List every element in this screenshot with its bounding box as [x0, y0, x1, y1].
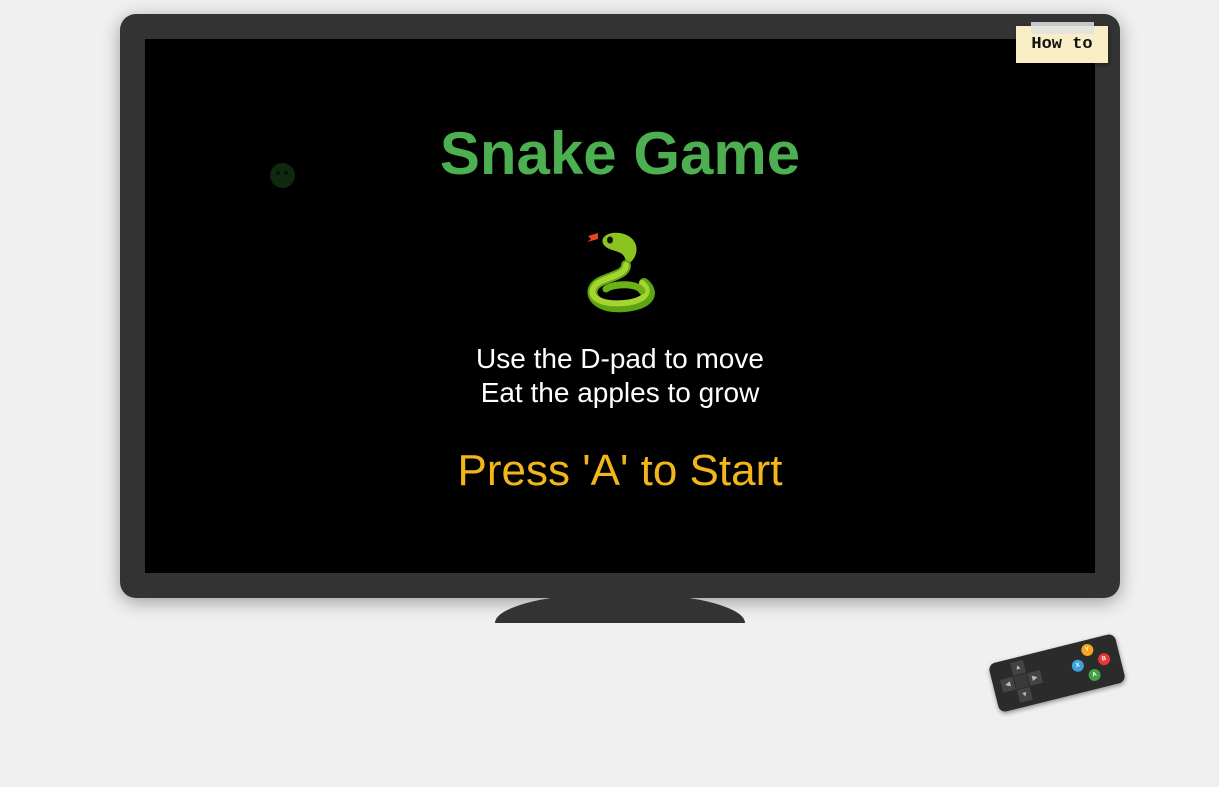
game-screen[interactable]: Snake Game Use the D-pad to move Eat the… [145, 39, 1095, 573]
dpad: ▲ ◀ ▶ ▼ [997, 656, 1048, 707]
page: Snake Game Use the D-pad to move Eat the… [0, 0, 1219, 787]
a-button[interactable]: A [1087, 667, 1102, 683]
x-button[interactable]: X [1070, 658, 1086, 674]
dpad-down-button[interactable]: ▼ [1016, 687, 1033, 703]
gamepad-controller: ▲ ◀ ▶ ▼ Y X B A [987, 633, 1127, 713]
instructions: Use the D-pad to move Eat the apples to … [145, 342, 1095, 410]
game-title: Snake Game [439, 120, 801, 187]
start-prompt: Press 'A' to Start [457, 446, 783, 495]
tv-frame: Snake Game Use the D-pad to move Eat the… [120, 14, 1120, 598]
instruction-line-move: Use the D-pad to move [476, 343, 764, 374]
instruction-line-grow: Eat the apples to grow [480, 377, 760, 408]
tape-strip [1031, 22, 1094, 34]
b-button[interactable]: B [1096, 651, 1112, 667]
snake-icon [587, 232, 655, 313]
dpad-right-button[interactable]: ▶ [1027, 670, 1043, 686]
y-button[interactable]: Y [1080, 642, 1095, 658]
